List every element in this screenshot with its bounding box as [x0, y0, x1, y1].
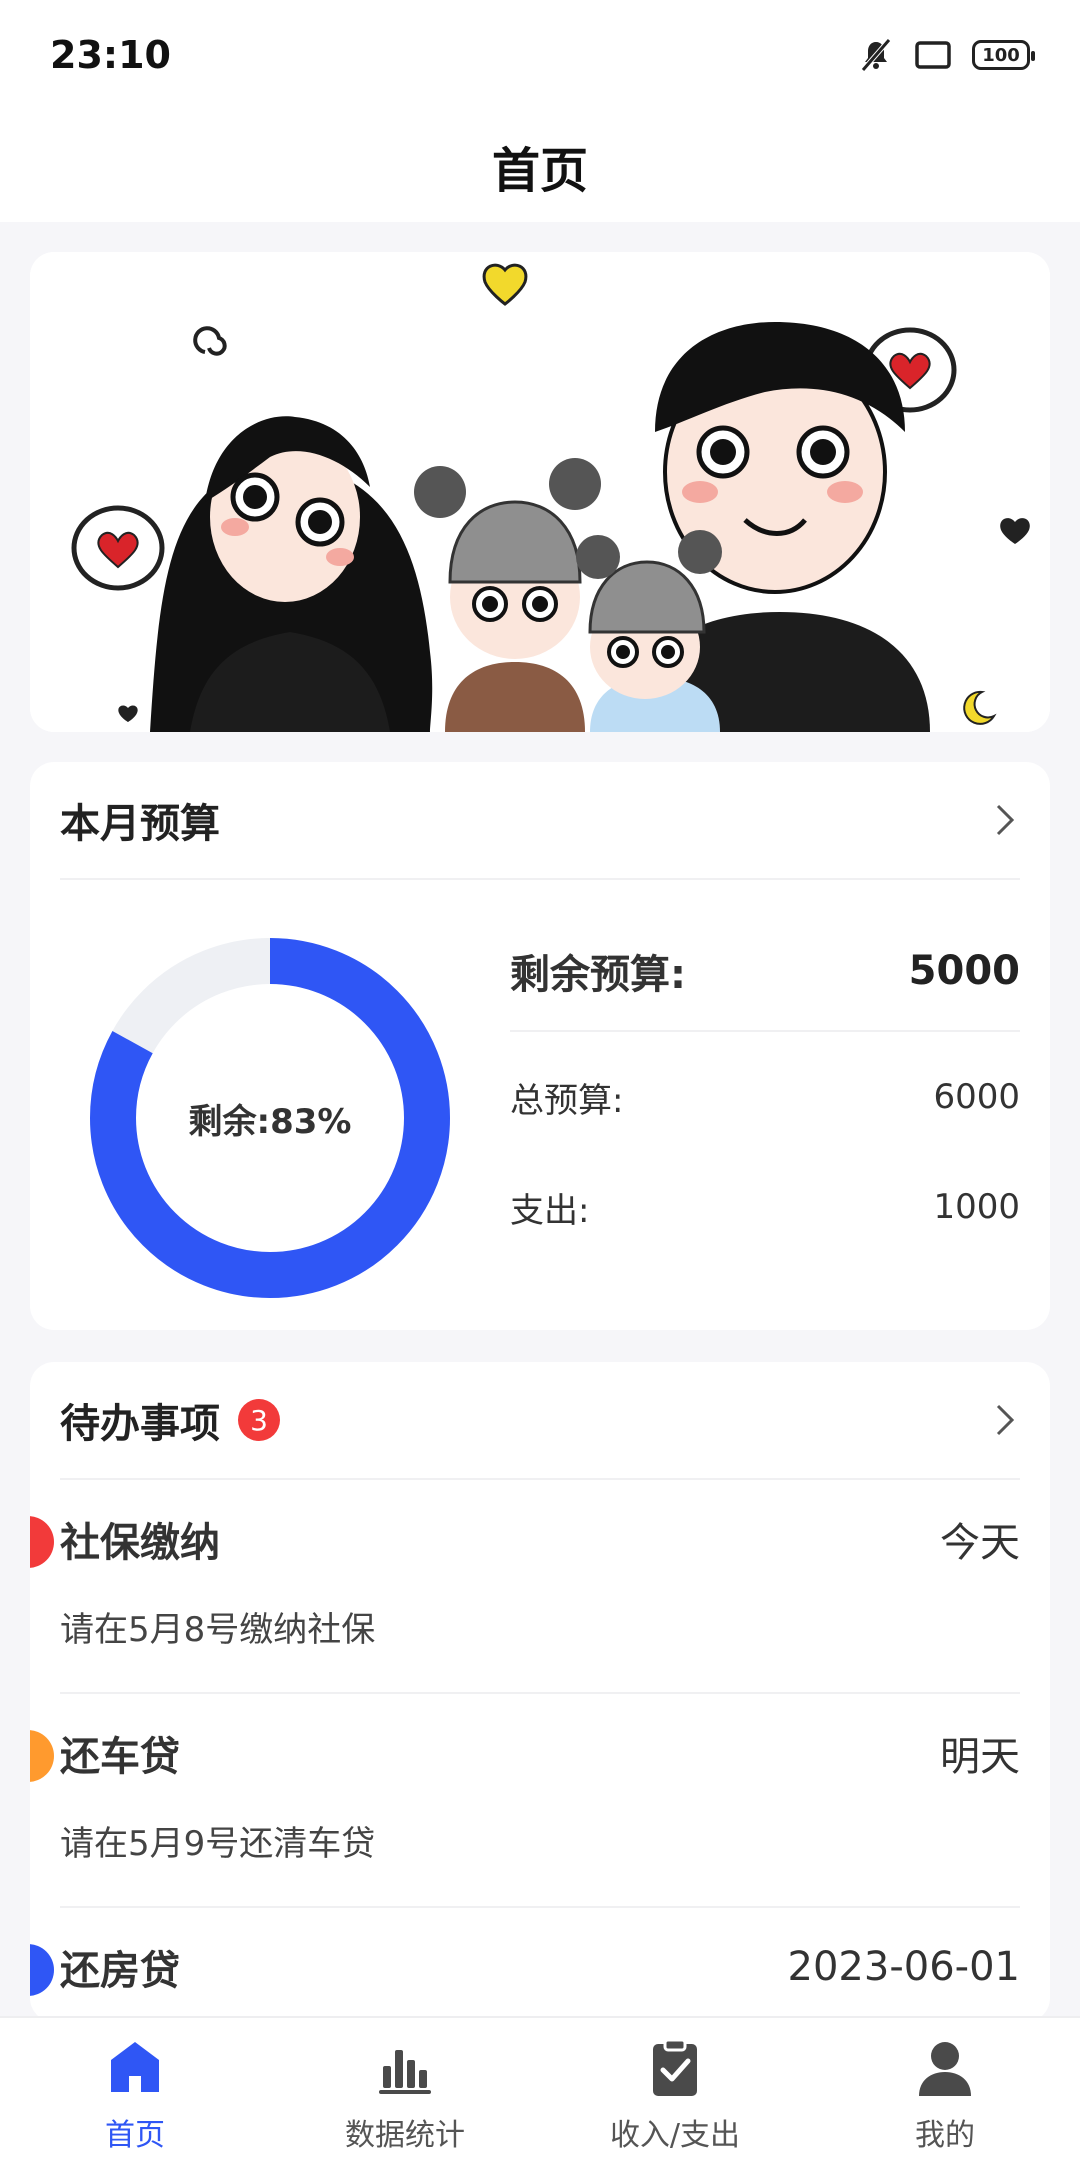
remaining-budget-row: 剩余预算: 5000 — [510, 912, 1020, 1032]
status-bar: 23:10 100 — [0, 0, 1080, 110]
budget-donut-chart: 剩余:83% — [90, 938, 450, 1298]
clipboard-check-icon — [653, 2038, 697, 2096]
todo-item-title: 还车贷 — [60, 1734, 180, 1780]
screen-icon — [915, 41, 951, 69]
tab-label: 收入/支出 — [609, 2118, 741, 2153]
battery-level: 100 — [982, 44, 1020, 66]
chevron-right-icon[interactable] — [990, 800, 1020, 840]
todo-item-date: 明天 — [940, 1734, 1020, 1780]
total-budget-label: 总预算: — [510, 1080, 624, 1121]
budget-card-header[interactable]: 本月预算 — [60, 762, 1020, 880]
todo-list: 社保缴纳 今天 请在5月8号缴纳社保 还车贷 明天 请在5月9号还清车贷 还房贷… — [30, 1480, 1050, 2022]
todo-count-badge: 3 — [238, 1399, 280, 1441]
total-budget-value: 6000 — [933, 1077, 1020, 1117]
todo-item[interactable]: 还房贷 2023-06-01 — [30, 1908, 1020, 2022]
bar-chart-icon — [379, 2050, 431, 2094]
total-budget-row: 总预算: 6000 — [510, 1042, 1020, 1152]
family-illustration — [30, 252, 1050, 732]
budget-card: 本月预算 剩余:83% 剩余预算: 5000 总预算: 6000 支出: 100… — [30, 762, 1050, 1330]
todo-card: 待办事项 3 社保缴纳 今天 请在5月8号缴纳社保 还车贷 明天 请在5月9号还… — [30, 1362, 1050, 2022]
bottom-tab-bar: 首页 数据统计 收入/支出 我的 — [0, 2016, 1080, 2160]
status-icons: 100 — [858, 37, 1035, 73]
todo-item[interactable]: 社保缴纳 今天 请在5月8号缴纳社保 — [30, 1480, 1020, 1694]
expense-value: 1000 — [933, 1187, 1020, 1227]
todo-title: 待办事项 3 — [60, 1391, 280, 1449]
tab-income-expense[interactable]: 收入/支出 — [540, 2018, 810, 2160]
tab-home[interactable]: 首页 — [0, 2018, 270, 2160]
tab-label: 我的 — [915, 2118, 975, 2153]
todo-item-date: 今天 — [940, 1520, 1020, 1566]
budget-stats: 剩余预算: 5000 总预算: 6000 支出: 1000 — [510, 912, 1020, 1262]
tab-profile[interactable]: 我的 — [810, 2018, 1080, 2160]
page-header: 首页 — [0, 110, 1080, 222]
status-time: 23:10 — [50, 33, 171, 77]
remaining-budget-label: 剩余预算: — [510, 952, 686, 998]
tab-statistics[interactable]: 数据统计 — [270, 2018, 540, 2160]
remaining-budget-value: 5000 — [908, 948, 1020, 994]
expense-row: 支出: 1000 — [510, 1152, 1020, 1262]
todo-item-date: 2023-06-01 — [787, 1944, 1020, 1990]
todo-item[interactable]: 还车贷 明天 请在5月9号还清车贷 — [30, 1694, 1020, 1908]
family-banner-image — [30, 252, 1050, 732]
todo-item-title: 还房贷 — [60, 1948, 180, 1994]
todo-title-text: 待办事项 — [60, 1401, 220, 1447]
home-icon — [111, 2042, 159, 2092]
bell-off-icon — [861, 38, 891, 72]
budget-title: 本月预算 — [60, 801, 220, 847]
tab-label: 首页 — [105, 2118, 165, 2153]
chevron-right-icon[interactable] — [990, 1400, 1020, 1440]
donut-center-label: 剩余:83% — [188, 1101, 352, 1142]
todo-item-desc: 请在5月8号缴纳社保 — [60, 1610, 376, 1650]
user-icon — [919, 2042, 971, 2096]
battery-icon: 100 — [972, 40, 1035, 70]
page-title: 首页 — [491, 143, 588, 199]
expense-label: 支出: — [510, 1190, 590, 1231]
todo-card-header[interactable]: 待办事项 3 — [60, 1362, 1020, 1480]
todo-priority-dot — [30, 1944, 54, 1996]
todo-item-desc: 请在5月9号还清车贷 — [60, 1824, 376, 1864]
todo-priority-dot — [30, 1516, 54, 1568]
tab-label: 数据统计 — [345, 2118, 465, 2153]
todo-item-title: 社保缴纳 — [60, 1520, 220, 1566]
todo-priority-dot — [30, 1730, 54, 1782]
